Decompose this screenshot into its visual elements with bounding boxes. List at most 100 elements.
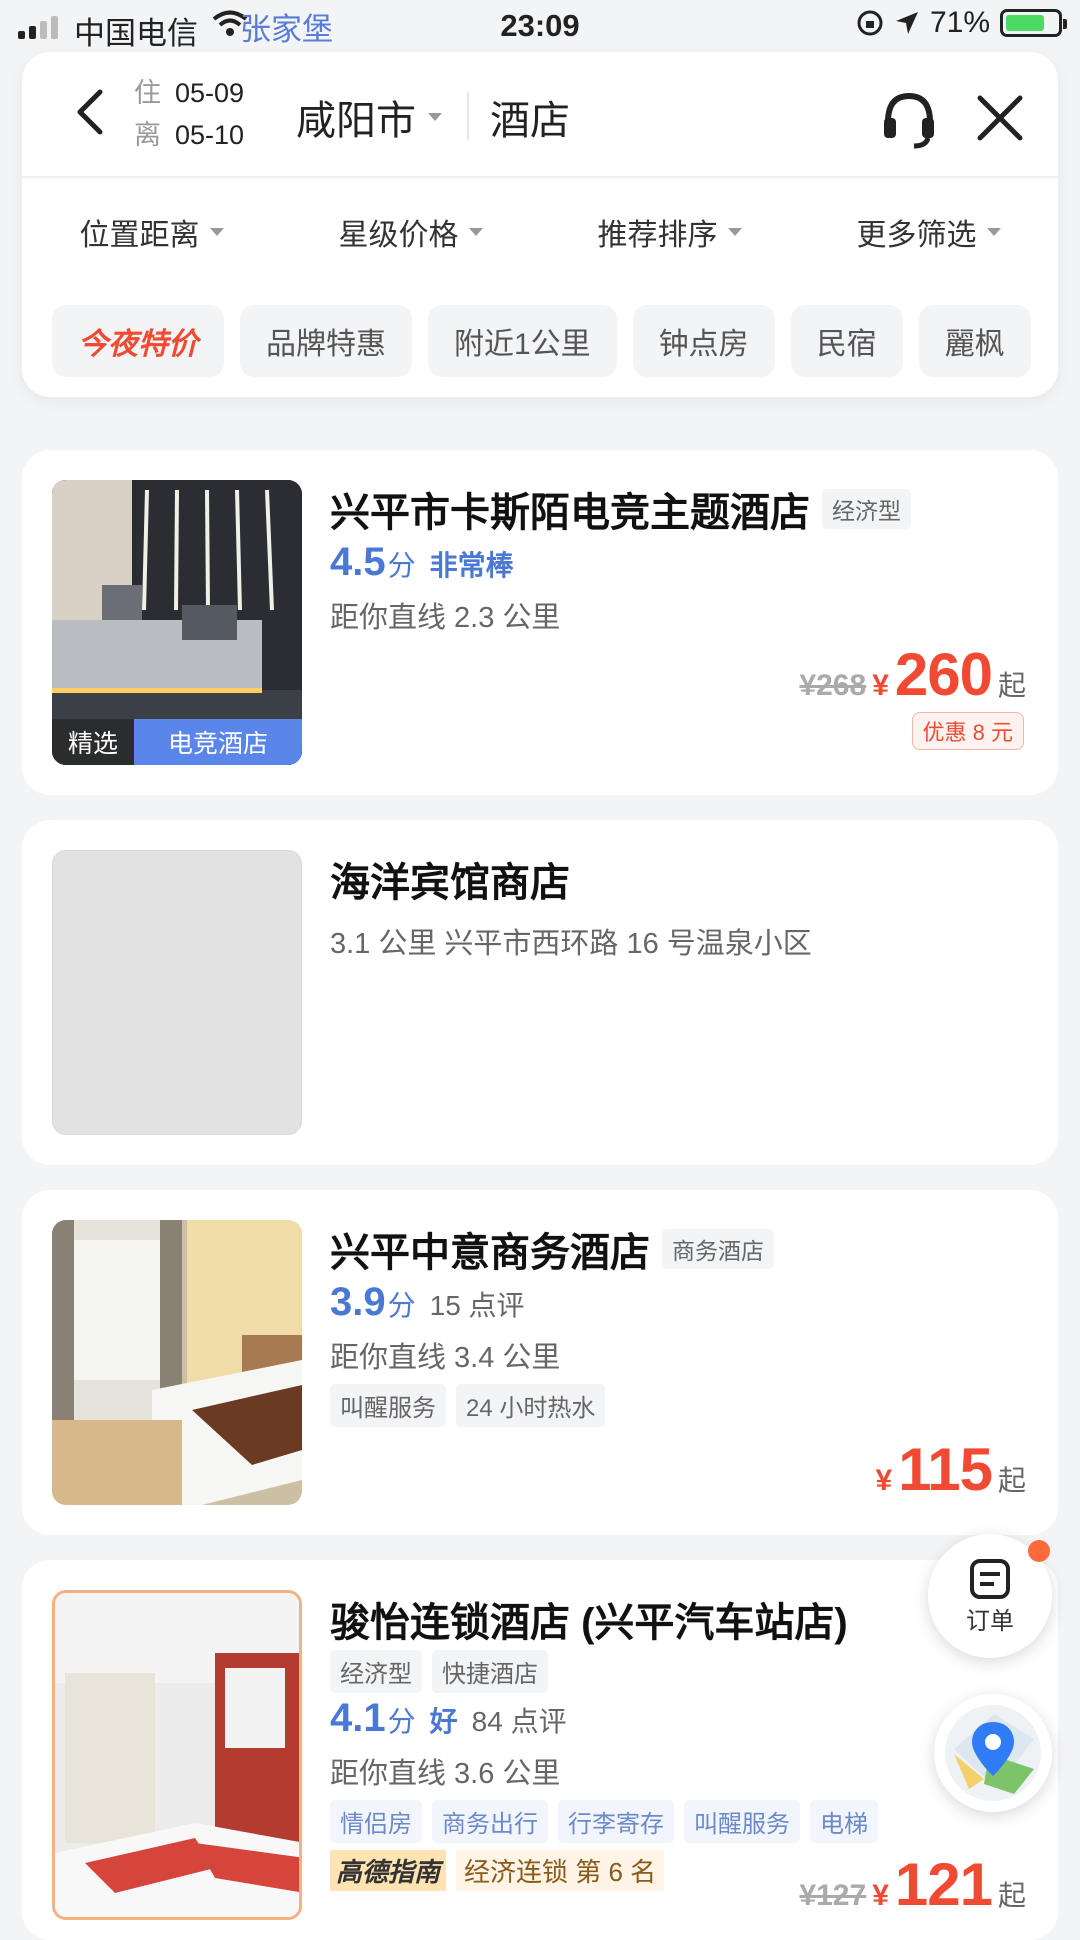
location-arrow-icon bbox=[895, 12, 918, 34]
status-bar: 中国电信 张家堡 23:09 71% bbox=[0, 0, 1080, 52]
hotel-type-tag: 经济型 bbox=[330, 1650, 422, 1693]
price-suffix: 起 bbox=[997, 1465, 1026, 1496]
close-icon[interactable] bbox=[972, 90, 1028, 146]
badge-featured: 精选 bbox=[52, 719, 135, 765]
chevron-down-icon bbox=[209, 228, 224, 236]
hotel-price: ¥268 ¥ 260 起 bbox=[799, 640, 1026, 709]
hotel-tags: 叫醒服务 24 小时热水 bbox=[330, 1384, 606, 1427]
chip-nearby[interactable]: 附近1公里 bbox=[428, 305, 617, 377]
orders-label: 订单 bbox=[966, 1607, 1014, 1635]
hotel-rating: 4.5 分 非常棒 bbox=[330, 540, 514, 585]
hotel-title: 兴平中意商务酒店 商务酒店 bbox=[330, 1220, 774, 1278]
hotel-photo-placeholder bbox=[52, 850, 302, 1135]
hotel-title: 兴平市卡斯陌电竞主题酒店 经济型 bbox=[330, 480, 911, 538]
price-value: 115 bbox=[898, 1436, 993, 1503]
hotel-tag: 24 小时热水 bbox=[456, 1384, 606, 1427]
price-suffix: 起 bbox=[997, 1880, 1026, 1911]
hotel-name: 兴平市卡斯陌电竞主题酒店 bbox=[330, 491, 810, 535]
chip-lifeng[interactable]: 麗枫 bbox=[918, 305, 1031, 377]
currency: ¥ bbox=[875, 1464, 893, 1497]
order-list-icon bbox=[970, 1558, 1010, 1599]
hotel-type-tags: 经济型 快捷酒店 bbox=[330, 1650, 548, 1693]
chip-hourly[interactable]: 钟点房 bbox=[632, 305, 775, 377]
filter-label: 星级价格 bbox=[338, 219, 459, 252]
rating-unit: 分 bbox=[387, 550, 416, 581]
rating-score: 3.9 bbox=[330, 1280, 386, 1324]
hotel-card[interactable]: 兴平中意商务酒店 商务酒店 3.9 分 15 点评 距你直线 3.4 公里 叫醒… bbox=[22, 1190, 1058, 1535]
currency: ¥ bbox=[872, 1879, 889, 1912]
checkin-label: 住 bbox=[134, 78, 161, 108]
hotel-name: 骏怡连锁酒店 (兴平汽车站店) bbox=[330, 1601, 848, 1645]
rating-unit: 分 bbox=[387, 1706, 416, 1737]
hotel-tag: 叫醒服务 bbox=[684, 1800, 800, 1843]
chevron-down-icon bbox=[727, 228, 742, 236]
rating-word: 好 bbox=[429, 1706, 458, 1737]
hotel-type-tag: 商务酒店 bbox=[662, 1229, 774, 1269]
rating-score: 4.5 bbox=[330, 540, 386, 584]
rating-unit: 分 bbox=[387, 1290, 416, 1321]
hotel-card[interactable]: 海洋宾馆商店 3.1 公里 兴平市西环路 16 号温泉小区 bbox=[22, 820, 1058, 1165]
hotel-tag: 行李寄存 bbox=[558, 1800, 674, 1843]
date-range[interactable]: 住 05-09 离 05-10 bbox=[134, 72, 244, 156]
battery-percent: 71% bbox=[929, 6, 990, 39]
city-name: 咸阳市 bbox=[296, 99, 416, 143]
price-suffix: 起 bbox=[997, 670, 1026, 701]
hotel-card[interactable]: 骏怡连锁酒店 (兴平汽车站店) 经济型 快捷酒店 4.1 分 好 84 点评 距… bbox=[22, 1560, 1058, 1940]
hotel-price: ¥ 115 起 bbox=[876, 1435, 1027, 1504]
filter-location[interactable]: 位置距离 bbox=[22, 202, 281, 262]
review-count: 15 点评 bbox=[429, 1290, 525, 1321]
hotel-card[interactable]: 精选 电竞酒店 兴平市卡斯陌电竞主题酒店 经济型 4.5 分 非常棒 距你直线 … bbox=[22, 450, 1058, 795]
chevron-down-icon bbox=[428, 113, 442, 121]
filter-label: 更多筛选 bbox=[856, 219, 977, 252]
back-icon[interactable] bbox=[62, 82, 122, 142]
hotel-rating: 4.1 分 好 84 点评 bbox=[330, 1696, 567, 1741]
city-selector[interactable]: 咸阳市 bbox=[296, 88, 442, 146]
hotel-price: ¥127 ¥ 121 起 bbox=[799, 1850, 1026, 1919]
hotel-photo bbox=[52, 1220, 302, 1505]
divider bbox=[22, 176, 1058, 178]
chip-tonight-deal[interactable]: 今夜特价 bbox=[52, 305, 224, 377]
hotel-tag: 电梯 bbox=[810, 1800, 878, 1843]
hotel-photo-image bbox=[52, 1220, 302, 1505]
chip-homestay[interactable]: 民宿 bbox=[790, 305, 903, 377]
hotel-distance: 距你直线 3.6 公里 bbox=[330, 1758, 561, 1790]
original-price: ¥268 bbox=[799, 669, 867, 702]
rating-score: 4.1 bbox=[330, 1696, 386, 1740]
filter-star-price[interactable]: 星级价格 bbox=[281, 202, 540, 262]
ranking-line: 高德指南 经济连锁 第 6 名 bbox=[330, 1850, 665, 1891]
chevron-down-icon bbox=[986, 228, 1001, 236]
hotel-photo: 精选 电竞酒店 bbox=[52, 480, 302, 765]
hotel-name: 海洋宾馆商店 bbox=[330, 861, 570, 905]
hotel-title: 海洋宾馆商店 bbox=[330, 850, 570, 908]
price-value: 121 bbox=[894, 1851, 993, 1918]
ranking-text: 经济连锁 第 6 名 bbox=[456, 1850, 665, 1891]
rating-word: 非常棒 bbox=[429, 550, 514, 581]
checkin-date: 05-09 bbox=[175, 78, 245, 108]
checkout-date: 05-10 bbox=[175, 120, 245, 150]
chip-brand-deal[interactable]: 品牌特惠 bbox=[240, 305, 412, 377]
chevron-down-icon bbox=[468, 228, 483, 236]
map-button[interactable] bbox=[934, 1694, 1052, 1812]
currency: ¥ bbox=[872, 669, 889, 702]
hotel-distance: 距你直线 2.3 公里 bbox=[330, 602, 561, 634]
divider bbox=[467, 92, 469, 140]
hotel-photo-image bbox=[55, 1593, 299, 1917]
filter-bar: 位置距离 星级价格 推荐排序 更多筛选 bbox=[22, 202, 1058, 262]
search-keyword[interactable]: 酒店 bbox=[490, 88, 570, 146]
rotation-lock-icon bbox=[857, 10, 883, 36]
ranking-brand: 高德指南 bbox=[330, 1850, 447, 1891]
hotel-type-tag: 经济型 bbox=[822, 489, 911, 529]
hotel-name: 兴平中意商务酒店 bbox=[330, 1231, 650, 1275]
hotel-rating: 3.9 分 15 点评 bbox=[330, 1280, 525, 1325]
customer-service-icon[interactable] bbox=[880, 88, 938, 150]
filter-label: 推荐排序 bbox=[597, 219, 718, 252]
hotel-tag: 叫醒服务 bbox=[330, 1384, 446, 1427]
price-value: 260 bbox=[894, 641, 993, 708]
filter-sort[interactable]: 推荐排序 bbox=[540, 202, 799, 262]
hotel-type-tag: 快捷酒店 bbox=[432, 1650, 548, 1693]
map-pin-icon bbox=[945, 1705, 1041, 1801]
quick-chips: 今夜特价 品牌特惠 附近1公里 钟点房 民宿 麗枫 bbox=[52, 305, 1031, 377]
original-price: ¥127 bbox=[799, 1879, 867, 1912]
hotel-tags: 情侣房 商务出行 行李寄存 叫醒服务 电梯 bbox=[330, 1800, 878, 1843]
filter-more[interactable]: 更多筛选 bbox=[799, 202, 1058, 262]
